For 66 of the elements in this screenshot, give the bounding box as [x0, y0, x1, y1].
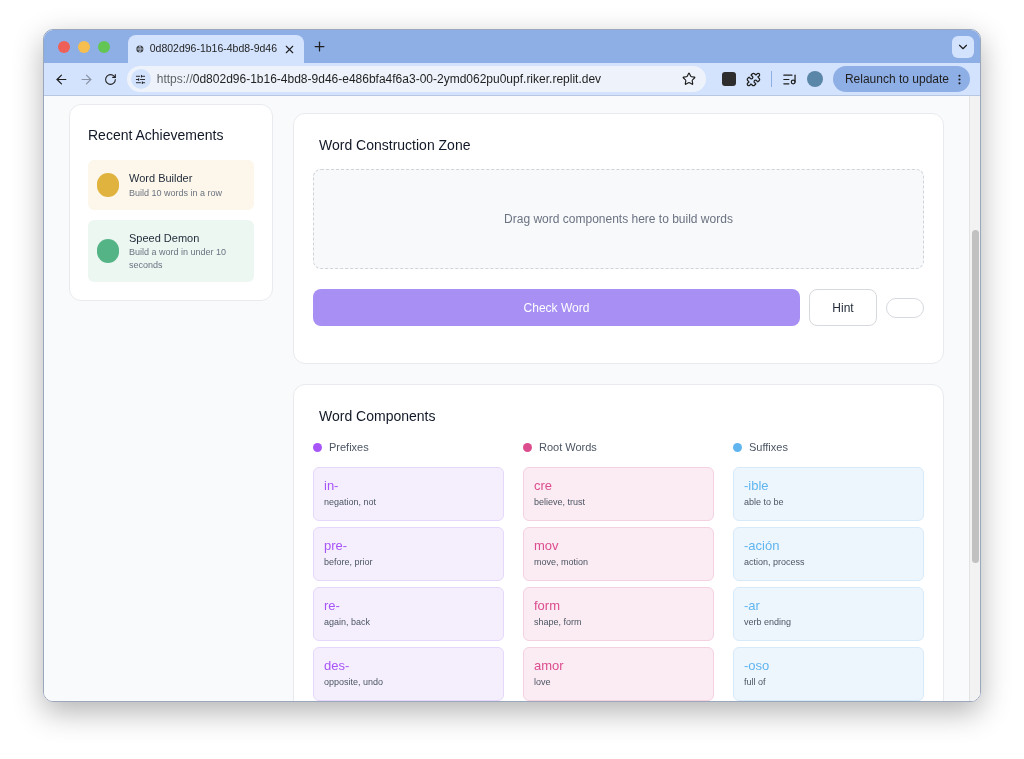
component-tile[interactable]: in- negation, not [313, 466, 504, 521]
puzzle-icon[interactable] [746, 71, 762, 87]
site-info-icon[interactable] [130, 69, 151, 89]
scrollbar-thumb[interactable] [971, 230, 979, 563]
component-meaning: action, process [744, 555, 806, 569]
component-meaning: move, motion [534, 555, 590, 569]
component-text: re- [324, 597, 341, 613]
drop-zone[interactable]: Drag word components here to build words [313, 169, 924, 269]
tab-list-button[interactable] [952, 35, 974, 58]
component-text: cre [534, 477, 554, 493]
bookmark-star-icon[interactable] [682, 72, 697, 86]
component-text: -oso [744, 657, 771, 673]
url-text: https://0d802d96-1b16-4bd8-9d46-e486bfa4f6a3-00-2ymd062pu0upf.riker.replit.dev [156, 71, 603, 88]
component-meaning: believe, trust [534, 495, 587, 509]
achievement-name: Speed Demon [129, 230, 201, 246]
profile-avatar[interactable] [807, 71, 823, 87]
card-title: Recent Achievements [88, 126, 225, 145]
component-tile[interactable]: amor love [523, 646, 714, 701]
component-tile[interactable]: -ación action, process [733, 526, 924, 581]
component-text: mov [534, 537, 560, 553]
component-text: form [534, 597, 561, 613]
toggle-pill[interactable] [886, 297, 924, 318]
card-title: Word Construction Zone [318, 136, 472, 155]
component-tile[interactable]: -oso full of [733, 646, 924, 701]
component-tile[interactable]: -ar verb ending [733, 586, 924, 641]
category-label: Root Words [539, 440, 597, 455]
component-tile[interactable]: cre believe, trust [523, 466, 714, 521]
component-meaning: shape, form [534, 615, 583, 629]
component-meaning: love [534, 675, 552, 689]
component-tile[interactable]: re- again, back [313, 586, 504, 641]
component-text: in- [324, 477, 340, 493]
reload-icon[interactable] [103, 72, 117, 86]
hint-button[interactable]: Hint [809, 289, 877, 326]
relaunch-label: Relaunch to update [844, 71, 949, 88]
component-text: -ible [744, 477, 770, 493]
component-tile[interactable]: -ible able to be [733, 466, 924, 521]
component-text: -ación [744, 537, 781, 553]
component-text: -ar [744, 597, 761, 613]
component-tile[interactable]: pre- before, prior [313, 526, 504, 581]
drop-zone-hint: Drag word components here to build words [504, 211, 733, 228]
address-bar[interactable]: https://0d802d96-1b16-4bd8-9d46-e486bfa4f6a3-00-2ymd062pu0upf.riker.replit.dev [126, 66, 707, 92]
achievement-description: Build a word in under 10 seconds [129, 246, 228, 272]
globe-icon [136, 43, 144, 55]
component-text: pre- [324, 537, 349, 553]
tab-title: 0d802d96-1b16-4bd8-9d46 [149, 41, 277, 57]
browser-tab[interactable]: 0d802d96-1b16-4bd8-9d46 [128, 35, 304, 63]
component-meaning: before, prior [324, 555, 374, 569]
component-meaning: able to be [744, 495, 785, 509]
card-title: Word Components [318, 407, 437, 426]
achievement-description: Build 10 words in a row [129, 186, 223, 200]
component-tile[interactable]: form shape, form [523, 586, 714, 641]
back-icon[interactable] [54, 71, 69, 87]
component-tile[interactable]: mov move, motion [523, 526, 714, 581]
new-tab-icon[interactable] [312, 39, 327, 54]
component-meaning: verb ending [744, 615, 793, 629]
component-meaning: negation, not [324, 495, 378, 509]
component-text: amor [534, 657, 565, 673]
component-meaning: again, back [324, 615, 372, 629]
component-meaning: opposite, undo [324, 675, 385, 689]
component-text: des- [324, 657, 351, 673]
category-label: Suffixes [749, 440, 788, 455]
component-meaning: full of [744, 675, 767, 689]
achievement-name: Word Builder [129, 171, 194, 186]
component-tile[interactable]: des- opposite, undo [313, 646, 504, 701]
relaunch-button[interactable]: Relaunch to update [832, 66, 970, 92]
category-label: Prefixes [329, 440, 369, 455]
